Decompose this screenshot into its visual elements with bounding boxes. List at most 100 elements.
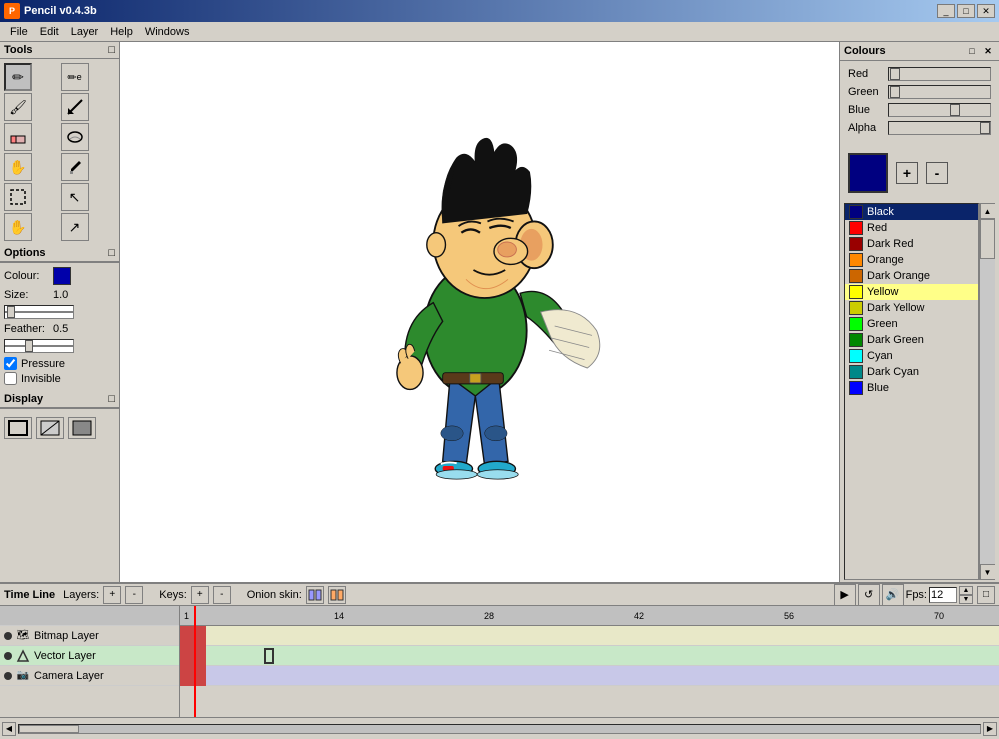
scroll-left-arrow[interactable]: ◀ <box>2 722 16 736</box>
colour-item-yellow[interactable]: Yellow <box>845 284 978 300</box>
pencil-tool[interactable]: ✏ <box>4 63 32 91</box>
onion-prev-btn[interactable] <box>306 586 324 604</box>
colour-item-green[interactable]: Green <box>845 316 978 332</box>
menu-file[interactable]: File <box>4 24 34 40</box>
timeline-controls: Layers: + - Keys: + - Onion skin: <box>63 586 448 604</box>
remove-colour-btn[interactable]: - <box>926 162 948 184</box>
blue-slider[interactable] <box>888 103 991 117</box>
scroll-right-arrow[interactable]: ▶ <box>983 722 997 736</box>
layer-row-bitmap[interactable]: 🗺 Bitmap Layer <box>0 626 179 646</box>
menu-windows[interactable]: Windows <box>139 24 196 40</box>
menu-edit[interactable]: Edit <box>34 24 65 40</box>
playback-controls: ▶ ↺ 🔊 Fps: ▲ ▼ <box>834 584 973 606</box>
red-slider[interactable] <box>888 67 991 81</box>
canvas-area[interactable] <box>120 42 839 582</box>
brush-tool[interactable]: 🖌 <box>4 93 32 121</box>
add-layer-btn[interactable]: + <box>103 586 121 604</box>
alpha-label: Alpha <box>848 122 884 134</box>
timeline-maximize-btn[interactable]: □ <box>977 586 995 604</box>
move-tool[interactable]: ✋ <box>4 213 32 241</box>
colour-item-blue[interactable]: Blue <box>845 380 978 396</box>
sound-btn[interactable]: 🔊 <box>882 584 904 606</box>
scroll-track <box>980 219 995 564</box>
tools-header: Tools □ <box>0 42 119 59</box>
remove-key-btn[interactable]: - <box>213 586 231 604</box>
scroll-up-arrow[interactable]: ▲ <box>980 203 996 219</box>
loop-btn[interactable]: ↺ <box>858 584 880 606</box>
colour-item-dark-cyan[interactable]: Dark Cyan <box>845 364 978 380</box>
timeline-header: Time Line Layers: + - Keys: + - Onion sk… <box>0 584 999 606</box>
hand-tool[interactable]: ✋ <box>4 153 32 181</box>
close-button[interactable]: ✕ <box>977 4 995 18</box>
eraser-tool[interactable] <box>4 123 32 151</box>
colours-panel: Colours □ ✕ Red Green Blue <box>839 42 999 582</box>
colour-item-dark-orange[interactable]: Dark Orange <box>845 268 978 284</box>
alpha-slider[interactable] <box>888 121 991 135</box>
size-label: Size: <box>4 289 49 301</box>
fps-up-btn[interactable]: ▲ <box>959 586 973 595</box>
timeline-body: 🗺 Bitmap Layer Vector Layer 📷 Camera Lay… <box>0 606 999 717</box>
layer-row-camera[interactable]: 📷 Camera Layer <box>0 666 179 686</box>
colours-close-btn[interactable]: ✕ <box>981 44 995 58</box>
minimize-button[interactable]: _ <box>937 4 955 18</box>
app-title: Pencil v0.4.3b <box>24 5 97 17</box>
remove-layer-btn[interactable]: - <box>125 586 143 604</box>
display-header: Display □ <box>0 391 119 408</box>
colour-item-red[interactable]: Red <box>845 220 978 236</box>
fps-input[interactable] <box>929 587 957 603</box>
camera-layer-label: Camera Layer <box>34 670 104 682</box>
play-btn[interactable]: ▶ <box>834 584 856 606</box>
noaa-display-btn[interactable] <box>36 417 64 439</box>
invisible-checkbox[interactable] <box>4 372 17 385</box>
scroll-down-arrow[interactable]: ▼ <box>980 564 996 580</box>
select-brush-tool[interactable] <box>61 93 89 121</box>
outline-display-btn[interactable] <box>4 417 32 439</box>
select-rect-tool[interactable] <box>4 183 32 211</box>
onion-next-btn[interactable] <box>328 586 346 604</box>
menu-layer[interactable]: Layer <box>65 24 105 40</box>
vector-vis-btn[interactable] <box>16 649 30 663</box>
smudge-tool[interactable] <box>61 123 89 151</box>
feather-value: 0.5 <box>53 323 68 335</box>
colour-item-dark-red[interactable]: Dark Red <box>845 236 978 252</box>
timeline-scroll-track[interactable] <box>18 724 981 734</box>
colours-title: Colours <box>844 45 886 57</box>
erase-pencil-tool[interactable]: ✏e <box>61 63 89 91</box>
maximize-button[interactable]: □ <box>957 4 975 18</box>
options-header: Options □ <box>0 245 119 262</box>
colour-item-dark-green[interactable]: Dark Green <box>845 332 978 348</box>
colour-item-black[interactable]: Black <box>845 204 978 220</box>
canvas-content <box>120 42 839 582</box>
fps-down-btn[interactable]: ▼ <box>959 595 973 604</box>
timeline-scroll-thumb[interactable] <box>19 725 79 733</box>
size-slider[interactable] <box>4 305 74 319</box>
colour-list-scrollbar[interactable]: ▲ ▼ <box>979 203 995 580</box>
aa-display-btn[interactable] <box>68 417 96 439</box>
onion-label: Onion skin: <box>247 589 302 601</box>
colour-swatch[interactable] <box>53 267 71 285</box>
pointer-tool[interactable]: ↗ <box>61 213 89 241</box>
select-arrow-tool[interactable]: ↖ <box>61 183 89 211</box>
eyedropper-tool[interactable] <box>61 153 89 181</box>
colour-item-cyan[interactable]: Cyan <box>845 348 978 364</box>
colour-sliders: Red Green Blue Alpha <box>840 61 999 145</box>
colours-restore-btn[interactable]: □ <box>965 44 979 58</box>
feather-slider[interactable] <box>4 339 74 353</box>
pressure-checkbox[interactable] <box>4 357 17 370</box>
add-colour-btn[interactable]: + <box>896 162 918 184</box>
window-controls: _ □ ✕ <box>937 4 995 18</box>
colour-item-dark-yellow[interactable]: Dark Yellow <box>845 300 978 316</box>
add-key-btn[interactable]: + <box>191 586 209 604</box>
green-slider[interactable] <box>888 85 991 99</box>
layers-ruler-row <box>0 606 179 626</box>
character-svg <box>270 67 690 557</box>
fps-label: Fps: <box>906 589 927 601</box>
bitmap-vis-btn[interactable]: 🗺 <box>16 629 30 643</box>
camera-vis-btn[interactable]: 📷 <box>16 669 30 683</box>
layer-row-vector[interactable]: Vector Layer <box>0 646 179 666</box>
current-colour-box[interactable] <box>848 153 888 193</box>
colour-item-orange[interactable]: Orange <box>845 252 978 268</box>
menu-help[interactable]: Help <box>104 24 139 40</box>
scroll-thumb[interactable] <box>980 219 995 259</box>
options-panel: Colour: Size: 1.0 Feather: 0.5 <box>0 262 119 391</box>
